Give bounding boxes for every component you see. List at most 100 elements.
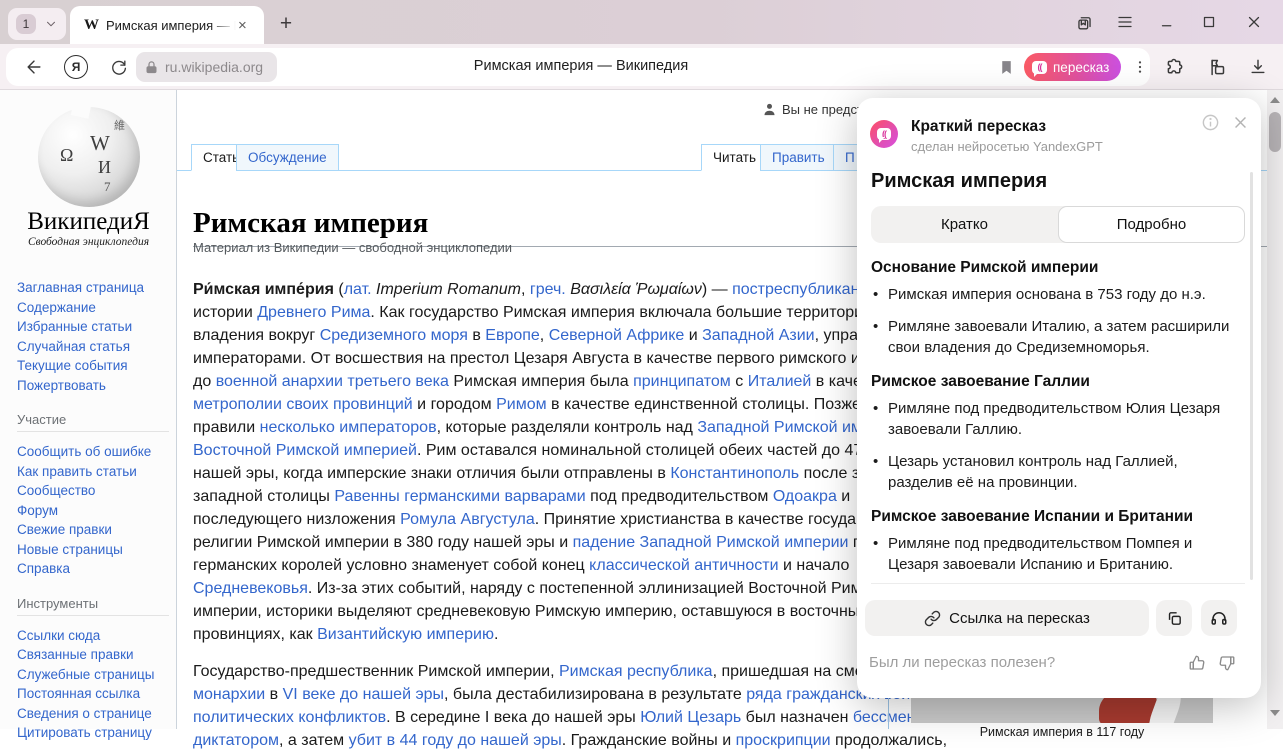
bookmark-icon[interactable]	[994, 55, 1018, 79]
sidebar-link[interactable]: Избранные статьи	[17, 317, 169, 337]
wiki-tab-2[interactable]: Обсуждение	[236, 144, 339, 171]
wiki-link[interactable]: греч.	[530, 281, 566, 298]
tab-close-icon[interactable]: ×	[238, 17, 247, 34]
wiki-link[interactable]: убит в 44 году до нашей эры	[349, 732, 562, 749]
sidebar-link[interactable]: Содержание	[17, 298, 169, 318]
wiki-link[interactable]: Древнего Рима	[257, 304, 370, 321]
wiki-link[interactable]: падение Западной Римской империи	[573, 534, 849, 551]
sidebar-link[interactable]: Как править статьи	[17, 462, 169, 482]
text-segment: религии Римской империи в 380 году нашей…	[193, 534, 573, 551]
sidebar-link[interactable]: Свежие правки	[17, 520, 169, 540]
tab-brief[interactable]: Кратко	[871, 206, 1058, 243]
tab-group-chip[interactable]: 1	[8, 8, 66, 40]
wiki-link[interactable]: принципатом	[633, 373, 731, 390]
sidebar-link[interactable]: Справка	[17, 559, 169, 579]
wiki-link[interactable]: диктатором	[193, 732, 279, 749]
copy-text-button[interactable]	[1156, 600, 1192, 636]
menu-icon[interactable]	[1113, 10, 1137, 34]
wiki-link[interactable]: военной анархии третьего века	[216, 373, 449, 390]
sidebar-link[interactable]: Связанные правки	[17, 645, 169, 665]
sidebar-link[interactable]: Заглавная страница	[17, 278, 169, 298]
scrollbar-thumb[interactable]	[1269, 112, 1281, 152]
copy-link-button[interactable]: Ссылка на пересказ	[865, 600, 1149, 636]
wiki-link[interactable]: монархии	[193, 686, 265, 703]
wiki-link[interactable]: лат.	[344, 281, 372, 298]
wiki-link[interactable]: проскрипции	[736, 732, 831, 749]
thumbs-up-icon[interactable]	[1185, 651, 1209, 675]
sidebar-link[interactable]: Сообщить об ошибке	[17, 442, 169, 462]
wiki-link[interactable]: Северной Африке	[549, 327, 685, 344]
sidebar-link[interactable]: Новые страницы	[17, 540, 169, 560]
wiki-tab-1[interactable]: Читать	[701, 144, 768, 171]
wiki-link[interactable]: VI веке до нашей эры	[283, 686, 444, 703]
wiki-link[interactable]: политических конфликтов	[193, 709, 386, 726]
text-segment: ) —	[702, 281, 732, 298]
sidebar-link[interactable]: Сообщество	[17, 481, 169, 501]
sidebar-link[interactable]: Служебные страницы	[17, 665, 169, 685]
sidebar-link[interactable]: Постоянная ссылка	[17, 684, 169, 704]
wiki-link[interactable]: Римская республика	[559, 663, 713, 680]
text-segment: .	[494, 626, 498, 643]
wikipedia-logo[interactable]: W Ω И 維 7	[38, 107, 140, 207]
wiki-link[interactable]: Восточной Римской империей	[193, 442, 417, 459]
wiki-link[interactable]: Византийскую империю	[317, 626, 494, 643]
sidebar-link[interactable]: Цитировать страницу	[17, 723, 169, 743]
more-options-icon[interactable]	[1128, 55, 1152, 79]
sidebar-link[interactable]: Форум	[17, 501, 169, 521]
sidebar-section-header: Участие	[17, 412, 169, 432]
page-scrollbar[interactable]	[1267, 90, 1283, 729]
download-icon[interactable]	[1246, 55, 1270, 79]
minimize-button[interactable]	[1155, 10, 1179, 34]
panel-scrollbar[interactable]	[1250, 172, 1253, 580]
wiki-tab-2[interactable]: Править	[760, 144, 837, 171]
wiki-link[interactable]: несколько императоров	[260, 419, 437, 436]
logo-glyph: Ω	[60, 145, 73, 166]
wiki-link[interactable]: Средневековья	[193, 580, 308, 597]
wiki-link[interactable]: метрополии своих провинций	[193, 396, 413, 413]
address-bar[interactable]: ru.wikipedia.org	[136, 52, 277, 82]
back-button[interactable]	[22, 55, 46, 79]
scroll-down-arrow[interactable]	[1270, 710, 1280, 716]
wiki-link[interactable]: Римом	[496, 396, 547, 413]
user-status[interactable]: Вы не предст	[762, 102, 863, 117]
refresh-icon[interactable]	[106, 55, 130, 79]
wiki-link[interactable]: Равенны	[334, 488, 399, 505]
new-tab-button[interactable]: +	[272, 10, 300, 38]
wiki-link[interactable]: германскими варварами	[404, 488, 585, 505]
sidebar-link[interactable]: Пожертвовать	[17, 376, 169, 396]
wiki-tagline: Свободная энциклопедия	[0, 236, 177, 248]
scroll-up-arrow[interactable]	[1270, 97, 1280, 103]
headphones-icon	[1210, 609, 1228, 627]
wiki-link[interactable]: Ромула Августула	[400, 511, 535, 528]
collections-icon[interactable]	[1204, 55, 1228, 79]
maximize-button[interactable]	[1197, 10, 1221, 34]
text-segment: (	[334, 281, 344, 298]
yandex-home-icon[interactable]: Я	[64, 55, 88, 79]
sidebar-link[interactable]: Ссылки сюда	[17, 626, 169, 646]
sidebar-link[interactable]: Сведения о странице	[17, 704, 169, 724]
wiki-link[interactable]: Средиземного моря	[320, 327, 468, 344]
browser-tab[interactable]: W Римская империя — В ×	[70, 6, 264, 44]
extensions-puzzle-icon[interactable]	[1162, 55, 1186, 79]
wiki-link[interactable]: Юлий Цезарь	[640, 709, 741, 726]
side-panel-icon[interactable]	[1072, 10, 1096, 34]
thumbs-down-icon[interactable]	[1215, 651, 1239, 675]
wiki-link[interactable]: классической античности	[589, 557, 778, 574]
wiki-link[interactable]: Западной Азии	[702, 327, 814, 344]
text-segment: нашей эры, когда имперские знаки отличия…	[193, 465, 670, 482]
empire-map-image[interactable]	[911, 697, 1213, 723]
sidebar-link[interactable]: Текущие события	[17, 356, 169, 376]
wiki-link[interactable]: Константинополь	[670, 465, 799, 482]
sidebar-link[interactable]: Случайная статья	[17, 337, 169, 357]
wiki-link[interactable]: Италией	[748, 373, 812, 390]
text-segment: германских королей условно знаменует соб…	[193, 557, 589, 574]
tab-detailed[interactable]: Подробно	[1058, 206, 1245, 243]
info-icon[interactable]	[1199, 111, 1221, 133]
summarize-button[interactable]: (( пересказ	[1024, 53, 1121, 81]
text-segment: в	[468, 327, 485, 344]
close-panel-icon[interactable]	[1229, 111, 1251, 133]
listen-button[interactable]	[1201, 600, 1237, 636]
wiki-link[interactable]: Одоакра	[773, 488, 837, 505]
wiki-link[interactable]: Европе	[485, 327, 540, 344]
close-window-button[interactable]	[1242, 10, 1266, 34]
